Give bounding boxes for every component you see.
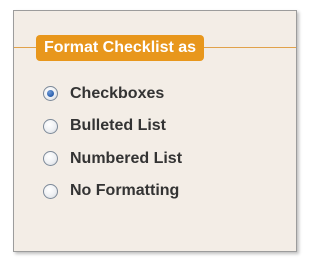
option-label-bulleted-list[interactable]: Bulleted List — [70, 117, 166, 135]
option-no-formatting[interactable]: No Formatting — [43, 182, 182, 200]
option-numbered-list[interactable]: Numbered List — [43, 150, 182, 167]
format-checklist-panel: Format Checklist as Checkboxes Bulleted … — [13, 10, 297, 252]
option-bulleted-list[interactable]: Bulleted List — [43, 117, 182, 135]
radio-checkboxes[interactable] — [43, 86, 58, 101]
option-label-no-formatting[interactable]: No Formatting — [70, 182, 179, 200]
radio-numbered-list[interactable] — [43, 151, 58, 166]
option-checkboxes[interactable]: Checkboxes — [43, 85, 182, 102]
fieldset-legend: Format Checklist as — [36, 35, 205, 61]
radio-no-formatting[interactable] — [43, 183, 58, 199]
option-label-checkboxes[interactable]: Checkboxes — [70, 85, 164, 103]
radio-bulleted-list[interactable] — [43, 118, 58, 134]
option-label-numbered-list[interactable]: Numbered List — [70, 150, 182, 168]
format-options-group: Checkboxes Bulleted List Numbered List N… — [43, 85, 182, 215]
